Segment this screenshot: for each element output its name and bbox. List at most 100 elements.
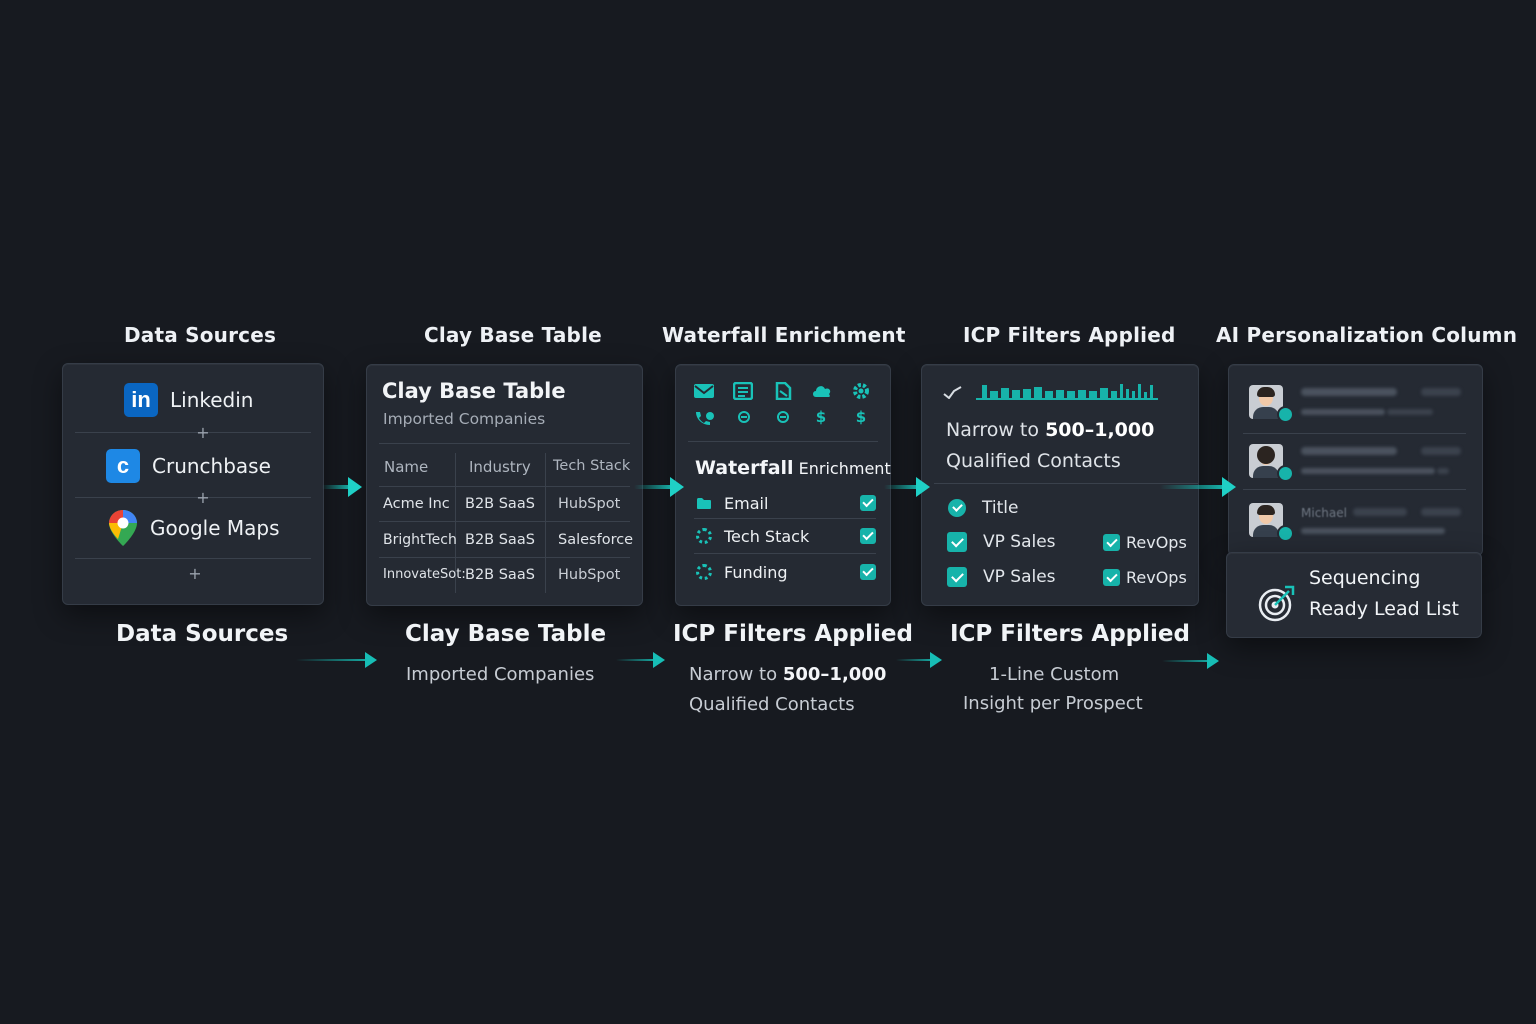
table-cell: InnovateSot: xyxy=(383,567,466,582)
blurred-insight xyxy=(1437,468,1449,474)
data-sources-card: in Linkedin + c Crunchbase + Google Maps… xyxy=(62,363,324,605)
column-header[interactable]: Name xyxy=(384,458,428,476)
divider xyxy=(934,483,1198,484)
enrichment-item-label: Email xyxy=(724,493,769,513)
blurred-field xyxy=(1421,508,1461,516)
clay-table-title: Clay Base Table xyxy=(382,379,566,403)
list-icon xyxy=(732,381,754,401)
plus-icon: + xyxy=(196,488,210,507)
cloud-icon xyxy=(811,383,833,401)
document-icon xyxy=(772,381,794,401)
flow-arrow xyxy=(884,477,930,497)
table-cell: Acme Inc xyxy=(383,496,450,512)
dollar-icon: $ xyxy=(855,408,867,426)
column-header[interactable]: Industry xyxy=(469,458,531,476)
enrichment-item-tech-stack[interactable]: Tech Stack xyxy=(696,519,876,553)
enrichment-item-label: Funding xyxy=(724,562,788,582)
dollar-icon: $ xyxy=(815,408,827,426)
column-header[interactable]: Tech Stack xyxy=(553,458,630,474)
checkbox-checked[interactable] xyxy=(1103,534,1120,551)
mail-icon xyxy=(693,383,715,401)
source-crunchbase: c Crunchbase xyxy=(106,449,323,483)
coin-icon xyxy=(733,409,755,427)
divider xyxy=(379,557,630,558)
divider xyxy=(688,441,878,442)
flow-arrow xyxy=(634,477,684,497)
enrichment-item-funding[interactable]: Funding xyxy=(696,555,876,589)
check-circle-icon xyxy=(948,499,966,517)
blurred-field xyxy=(1421,447,1461,455)
enrichment-card: $ $ Waterfall Enrichment Email Tech Stac… xyxy=(675,364,891,606)
bottom-sub-clay-base-table: Imported Companies xyxy=(406,664,595,685)
bottom-title-data-sources: Data Sources xyxy=(116,621,289,647)
table-cell: BrightTech xyxy=(383,532,457,548)
table-cell: B2B SaaS xyxy=(465,496,535,512)
flow-arrow xyxy=(1160,477,1236,497)
checkbox-checked[interactable] xyxy=(860,495,876,511)
column-divider xyxy=(545,453,546,593)
linkedin-icon: in xyxy=(124,383,158,417)
checkbox-checked[interactable] xyxy=(1103,569,1120,586)
bottom-sub-qualified: Qualified Contacts xyxy=(689,694,855,715)
contact-name: Michael xyxy=(1301,506,1347,520)
bottom-sub-narrow: Narrow to 500–1,000 xyxy=(689,660,886,690)
sparkline-bars-icon xyxy=(976,384,1158,400)
bottom-sub-insight: Insight per Prospect xyxy=(963,693,1143,714)
clay-table-card: Clay Base Table Imported Companies Name … xyxy=(366,364,643,606)
source-label: Google Maps xyxy=(150,516,280,540)
checkbox-checked[interactable] xyxy=(860,564,876,580)
icp-option-revops[interactable]: RevOps xyxy=(1103,568,1187,587)
blurred-insight xyxy=(1301,528,1445,534)
trend-check-icon xyxy=(943,386,962,399)
icp-narrow-line: Narrow to 500–1,000 xyxy=(946,419,1154,441)
icp-narrow-suffix: Qualified Contacts xyxy=(946,450,1121,472)
plus-icon: + xyxy=(196,423,210,442)
table-cell: B2B SaaS xyxy=(465,532,535,548)
stage-title-clay-base-table: Clay Base Table xyxy=(424,323,602,347)
status-badge xyxy=(1277,525,1294,542)
icp-option-label: Title xyxy=(982,498,1019,518)
status-badge xyxy=(1277,406,1294,423)
icp-option-label: RevOps xyxy=(1126,568,1187,587)
blurred-insight xyxy=(1301,468,1435,474)
blurred-insight xyxy=(1387,409,1433,415)
sequencing-line-2: Ready Lead List xyxy=(1309,598,1459,620)
plus-icon: + xyxy=(188,564,202,583)
icp-option-label: RevOps xyxy=(1126,533,1187,552)
gear-icon xyxy=(696,564,712,580)
folder-icon xyxy=(697,498,711,509)
checkbox-checked[interactable] xyxy=(947,532,967,552)
bottom-sub-prefix: Narrow to xyxy=(689,664,778,685)
icp-narrow-value: 500–1,000 xyxy=(1045,419,1155,441)
source-label: Linkedin xyxy=(170,388,254,412)
bottom-sub-custom: 1-Line Custom xyxy=(989,664,1120,685)
blurred-insight xyxy=(1301,409,1385,415)
ai-personalization-card: Michael xyxy=(1228,364,1483,556)
checkbox-checked[interactable] xyxy=(860,528,876,544)
source-linkedin: in Linkedin xyxy=(124,383,323,417)
icp-option-vp-sales[interactable]: VP Sales xyxy=(947,532,1056,552)
enrichment-title-rest: Enrichment xyxy=(798,459,891,478)
stage-title-waterfall-enrichment: Waterfall Enrichment xyxy=(662,323,906,347)
icp-option-title[interactable]: Title xyxy=(948,498,1018,518)
icp-option-label: VP Sales xyxy=(983,532,1056,552)
blurred-name xyxy=(1301,388,1397,396)
flow-arrow xyxy=(616,652,665,668)
target-icon xyxy=(1258,585,1295,622)
crunchbase-icon: c xyxy=(106,449,140,483)
bottom-title-icp-filters: ICP Filters Applied xyxy=(673,621,913,647)
icp-option-revops[interactable]: RevOps xyxy=(1103,533,1187,552)
enrichment-title: Waterfall Enrichment xyxy=(695,457,891,479)
checkbox-checked[interactable] xyxy=(947,567,967,587)
divider xyxy=(379,486,630,487)
icp-option-vp-sales[interactable]: VP Sales xyxy=(947,567,1056,587)
blurred-name xyxy=(1301,447,1397,455)
table-cell: B2B SaaS xyxy=(465,567,535,583)
status-badge xyxy=(1277,465,1294,482)
divider xyxy=(379,521,630,522)
flow-arrow xyxy=(322,477,362,497)
enrichment-item-email[interactable]: Email xyxy=(696,486,876,520)
bottom-title-icp-filters-2: ICP Filters Applied xyxy=(950,621,1190,647)
stage-title-data-sources: Data Sources xyxy=(124,323,277,347)
divider xyxy=(75,558,311,559)
